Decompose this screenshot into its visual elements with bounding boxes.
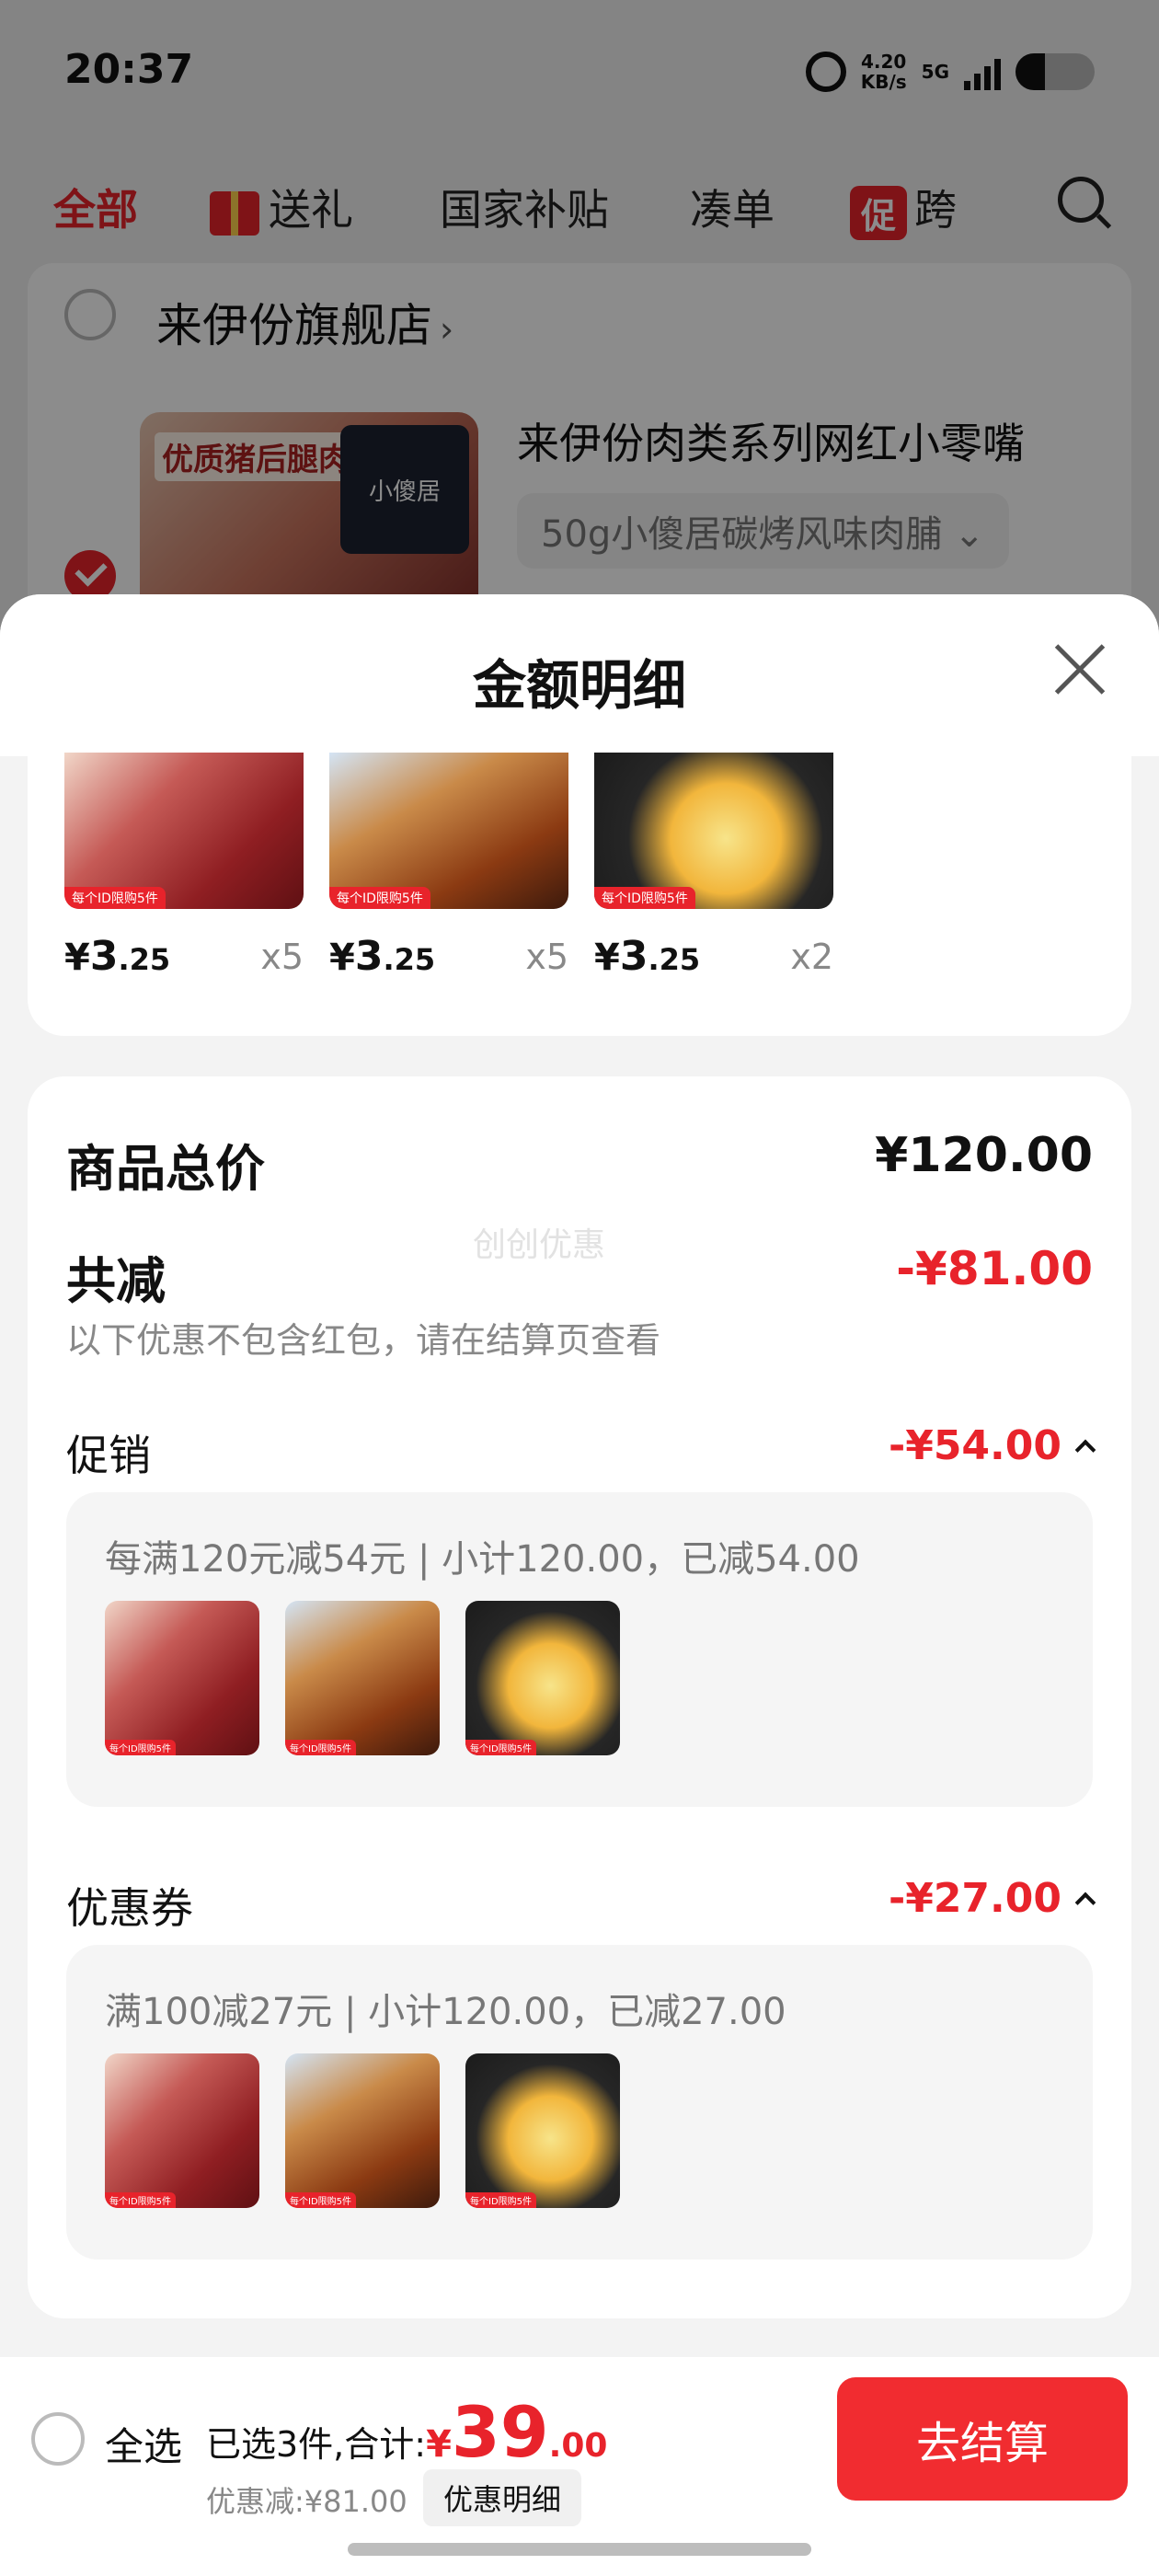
product-thumb-chicken: 每个ID限购5件 <box>594 753 833 909</box>
limit-tag: 每个ID限购5件 <box>465 2192 537 2208</box>
checkout-button[interactable]: 去结算 <box>837 2377 1128 2501</box>
limit-tag: 每个ID限购5件 <box>105 2192 177 2208</box>
limit-tag: 每个ID限购5件 <box>64 887 166 909</box>
total-amount-cents: .00 <box>548 2427 608 2465</box>
item-price: ¥3.25 <box>329 933 436 980</box>
watermark: 创创优惠 <box>473 1226 606 1264</box>
discount-detail-button[interactable]: 优惠明细 <box>423 2469 582 2526</box>
product-thumb-pork: 每个ID限购5件 <box>64 753 304 909</box>
limit-tag: 每个ID限购5件 <box>465 1740 537 1755</box>
limit-tag: 每个ID限购5件 <box>105 1740 177 1755</box>
select-all-label[interactable]: 全选 <box>105 2416 182 2472</box>
chevron-up-icon <box>1074 1892 1096 1914</box>
coupon-thumb-fish: 每个ID限购5件 <box>285 2053 440 2208</box>
limit-tag: 每个ID限购5件 <box>285 2192 357 2208</box>
promo-thumb-fish: 每个ID限购5件 <box>285 1601 440 1755</box>
sheet-header: 金额明细 <box>0 594 1159 756</box>
coupon-label: 优惠券 <box>66 1883 193 1933</box>
promotion-value: -¥54.00 <box>888 1422 1061 1469</box>
promotion-label: 促销 <box>66 1431 151 1480</box>
amount-detail-sheet: 金额明细 每个ID限购5件 ¥3.25 x5 每个ID限购5件 ¥3.25 x5… <box>0 594 1159 2576</box>
sheet-title: 金额明细 <box>472 654 686 717</box>
chevron-up-icon <box>1074 1439 1096 1461</box>
coupon-thumb-chicken: 每个ID限购5件 <box>465 2053 620 2208</box>
total-reduction-label: 共减 <box>66 1252 166 1310</box>
promotion-detail-box: 每满120元减54元 | 小计120.00，已减54.00 每个ID限购5件 每… <box>66 1492 1093 1807</box>
item-quantity: x5 <box>525 937 568 977</box>
promo-thumb-pork: 每个ID限购5件 <box>105 1601 259 1755</box>
total-price-label: 商品总价 <box>66 1140 265 1198</box>
selected-count-text: 已选3件,合计: <box>206 2424 427 2465</box>
coupon-toggle[interactable]: -¥27.00 <box>888 1875 1096 1922</box>
item-quantity: x2 <box>790 937 833 977</box>
product-thumb-fish: 每个ID限购5件 <box>329 753 568 909</box>
promotion-toggle[interactable]: -¥54.00 <box>888 1422 1096 1469</box>
total-currency: ¥ <box>426 2423 452 2466</box>
item-price: ¥3.25 <box>64 933 171 980</box>
promo-thumb-chicken: 每个ID限购5件 <box>465 1601 620 1755</box>
limit-tag: 每个ID限购5件 <box>329 887 430 909</box>
total-price-value: ¥120.00 <box>875 1128 1093 1183</box>
home-indicator[interactable] <box>348 2543 811 2556</box>
coupon-detail-box: 满100减27元 | 小计120.00，已减27.00 每个ID限购5件 每个I… <box>66 1945 1093 2260</box>
reduction-note: 以下优惠不包含红包，请在结算页查看 <box>66 1320 661 1361</box>
item-quantity: x5 <box>260 937 304 977</box>
discount-amount: 优惠减:¥81.00 <box>206 2484 407 2519</box>
price-detail-card: 商品总价 ¥120.00 创创优惠 共减 -¥81.00 以下优惠不包含红包，请… <box>28 1076 1131 2318</box>
item-price: ¥3.25 <box>594 933 701 980</box>
select-all-radio[interactable] <box>31 2412 85 2466</box>
modal-backdrop[interactable] <box>0 0 1159 662</box>
close-icon[interactable] <box>1052 642 1107 697</box>
coupon-description: 满100减27元 | 小计120.00，已减27.00 <box>105 1991 786 2033</box>
limit-tag: 每个ID限购5件 <box>594 887 695 909</box>
total-amount: 39 <box>451 2391 549 2473</box>
items-card: 每个ID限购5件 ¥3.25 x5 每个ID限购5件 ¥3.25 x5 每个ID… <box>28 753 1131 1036</box>
coupon-value: -¥27.00 <box>888 1875 1061 1922</box>
coupon-thumb-pork: 每个ID限购5件 <box>105 2053 259 2208</box>
total-reduction-value: -¥81.00 <box>896 1242 1093 1295</box>
limit-tag: 每个ID限购5件 <box>285 1740 357 1755</box>
promotion-description: 每满120元减54元 | 小计120.00，已减54.00 <box>105 1538 860 1581</box>
order-summary: 已选3件,合计:¥39.00 <box>206 2398 608 2467</box>
